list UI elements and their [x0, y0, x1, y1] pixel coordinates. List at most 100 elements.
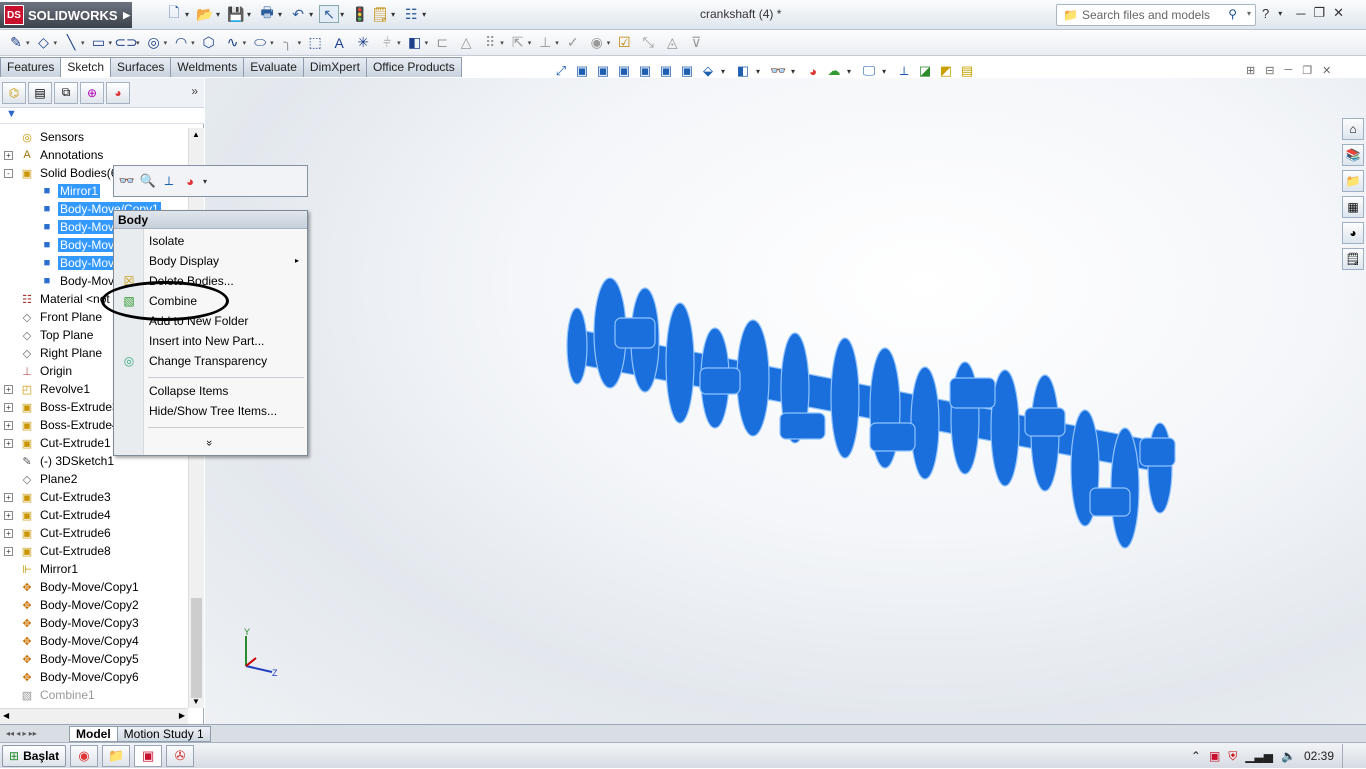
solidworks-resources-icon[interactable]: ⌂: [1342, 118, 1364, 140]
scroll-left-icon[interactable]: ◀: [3, 711, 9, 720]
expand-icon[interactable]: +: [4, 420, 13, 430]
print-icon[interactable]: 🖶: [257, 4, 277, 23]
repair-sketch-icon[interactable]: ✓: [563, 34, 583, 52]
explorer-icon[interactable]: 📁: [102, 744, 131, 767]
apply-scene-icon[interactable]: ☁: [825, 62, 843, 80]
crank-pin[interactable]: [1139, 437, 1176, 467]
crank-pin[interactable]: [949, 377, 996, 409]
instant2d-icon[interactable]: ⤡: [638, 34, 658, 52]
graphics-area[interactable]: [205, 78, 1366, 724]
hide-body-icon[interactable]: 👓: [118, 172, 136, 190]
expand-icon[interactable]: +: [4, 438, 13, 448]
crank-web-disc[interactable]: [1147, 422, 1173, 514]
tab-office-products[interactable]: Office Products: [365, 57, 462, 77]
convert-entities-icon[interactable]: ◧: [405, 34, 425, 52]
expand-icon[interactable]: +: [4, 402, 13, 412]
expand-icon[interactable]: +: [4, 150, 13, 160]
tree-item[interactable]: ⊩ Mirror1: [0, 560, 188, 578]
trim-icon[interactable]: ⫩: [377, 34, 397, 52]
zoom-to-selection-icon[interactable]: 🔍: [139, 172, 157, 190]
tree-item[interactable]: ✥ Body-Move/Copy1: [0, 578, 188, 596]
file-explorer-icon[interactable]: 📁: [1342, 170, 1364, 192]
menu-expand-icon[interactable]: »: [203, 440, 215, 446]
display-style-icon[interactable]: ◧: [734, 62, 752, 80]
search-icon[interactable]: ⚲: [1228, 7, 1237, 21]
scroll-down-icon[interactable]: ▼: [192, 697, 200, 706]
expand-icon[interactable]: +: [4, 546, 13, 556]
solidworks-tray-icon[interactable]: ▣: [1209, 749, 1220, 763]
volume-icon[interactable]: 🔈: [1281, 749, 1296, 763]
crank-web-disc[interactable]: [736, 319, 770, 437]
tab-evaluate[interactable]: Evaluate: [243, 57, 304, 77]
security-tray-icon[interactable]: ⛨: [1228, 749, 1237, 764]
tree-item[interactable]: + ▣ Cut-Extrude4: [0, 506, 188, 524]
viewport-close-icon[interactable]: ✕: [1322, 64, 1331, 77]
view-orientation-icon[interactable]: ◪: [916, 62, 934, 80]
dimxpert-manager-tab-icon[interactable]: ⊕: [80, 81, 104, 104]
right-view-icon[interactable]: ▣: [636, 62, 654, 80]
zoom-to-fit-icon[interactable]: ⤢: [552, 62, 570, 80]
open-folder-icon[interactable]: 📂: [195, 5, 215, 23]
chrome-icon[interactable]: ◉: [70, 744, 99, 767]
display-pane-icon[interactable]: ▤: [958, 62, 976, 80]
tree-horizontal-scrollbar[interactable]: ◀ ▶: [0, 708, 188, 724]
tab-nav-arrows[interactable]: ◂◂ ◂ ▸ ▸▸: [0, 729, 70, 738]
design-library-icon[interactable]: 📚: [1342, 144, 1364, 166]
tree-item[interactable]: ✥ Body-Move/Copy5: [0, 650, 188, 668]
mirror-entities-icon[interactable]: △: [456, 34, 476, 52]
spline-icon[interactable]: ∿: [223, 34, 243, 52]
rectangle-icon[interactable]: ▭: [89, 34, 109, 52]
view-palette-icon[interactable]: ▦: [1342, 196, 1364, 218]
crank-web-disc[interactable]: [830, 337, 860, 459]
menu-item-hide-show-tree-items[interactable]: Hide/Show Tree Items...: [144, 401, 307, 421]
tab-surfaces[interactable]: Surfaces: [110, 57, 172, 77]
crank-pin[interactable]: [614, 317, 656, 349]
view-settings-icon[interactable]: 🖵: [860, 62, 878, 80]
configuration-manager-tab-icon[interactable]: ⧉: [54, 81, 78, 104]
arc-icon[interactable]: ◠: [171, 34, 191, 52]
point-icon[interactable]: ✳: [353, 34, 373, 52]
restore-icon[interactable]: ❐: [1313, 5, 1325, 21]
scroll-thumb[interactable]: [191, 598, 202, 698]
fillet-icon[interactable]: ╮: [278, 34, 298, 52]
tile-horizontal-icon[interactable]: ⊞: [1246, 64, 1255, 77]
crankshaft-model[interactable]: [205, 78, 1366, 724]
tree-item[interactable]: ▧ Combine1: [0, 686, 188, 704]
crank-web-disc[interactable]: [910, 366, 940, 480]
tree-item[interactable]: ✥ Body-Move/Copy4: [0, 632, 188, 650]
tab-model[interactable]: Model: [69, 725, 118, 742]
tile-vertical-icon[interactable]: ⊟: [1265, 64, 1274, 77]
close-icon[interactable]: ✕: [1333, 5, 1344, 21]
smart-dimension-icon[interactable]: ◇: [34, 34, 54, 52]
crank-web-disc[interactable]: [665, 302, 695, 424]
tab-weldments[interactable]: Weldments: [170, 57, 245, 77]
tree-item[interactable]: ◎ Sensors: [0, 128, 188, 146]
file-properties-icon[interactable]: 🗒: [370, 5, 390, 23]
appearances-scenes-icon[interactable]: ◕: [1342, 222, 1364, 244]
rebuild-icon[interactable]: 🚦: [350, 5, 370, 23]
appearance-icon[interactable]: ◕: [181, 172, 199, 190]
front-view-icon[interactable]: ▣: [573, 62, 591, 80]
expand-icon[interactable]: +: [4, 510, 13, 520]
menu-item-change-transparency[interactable]: Change Transparency: [144, 351, 307, 371]
bottom-view-icon[interactable]: ▣: [678, 62, 696, 80]
polygon-icon[interactable]: ⬡: [199, 34, 219, 52]
tree-item[interactable]: ◇ Plane2: [0, 470, 188, 488]
offset-entities-icon[interactable]: ⊏: [432, 34, 452, 52]
line-icon[interactable]: ╲: [61, 34, 81, 52]
left-view-icon[interactable]: ▣: [615, 62, 633, 80]
solidworks-taskbar-icon[interactable]: ▣: [134, 744, 163, 767]
display-manager-tab-icon[interactable]: ◕: [106, 81, 130, 104]
slot-icon[interactable]: ⊂⊃: [114, 34, 137, 52]
panel-expand-icon[interactable]: »: [191, 84, 198, 98]
top-view-icon[interactable]: ▣: [657, 62, 675, 80]
tree-item[interactable]: + ▣ Cut-Extrude3: [0, 488, 188, 506]
normal-to-icon[interactable]: ⟂: [895, 62, 913, 80]
crank-pin[interactable]: [779, 412, 826, 440]
hide-show-items-icon[interactable]: 👓: [769, 62, 787, 80]
tree-filter[interactable]: ▼: [0, 108, 204, 124]
new-document-icon[interactable]: 🗋: [164, 4, 184, 23]
crank-pin[interactable]: [869, 422, 916, 452]
tab-dimxpert[interactable]: DimXpert: [302, 57, 367, 77]
clock[interactable]: 02:39: [1304, 749, 1334, 763]
